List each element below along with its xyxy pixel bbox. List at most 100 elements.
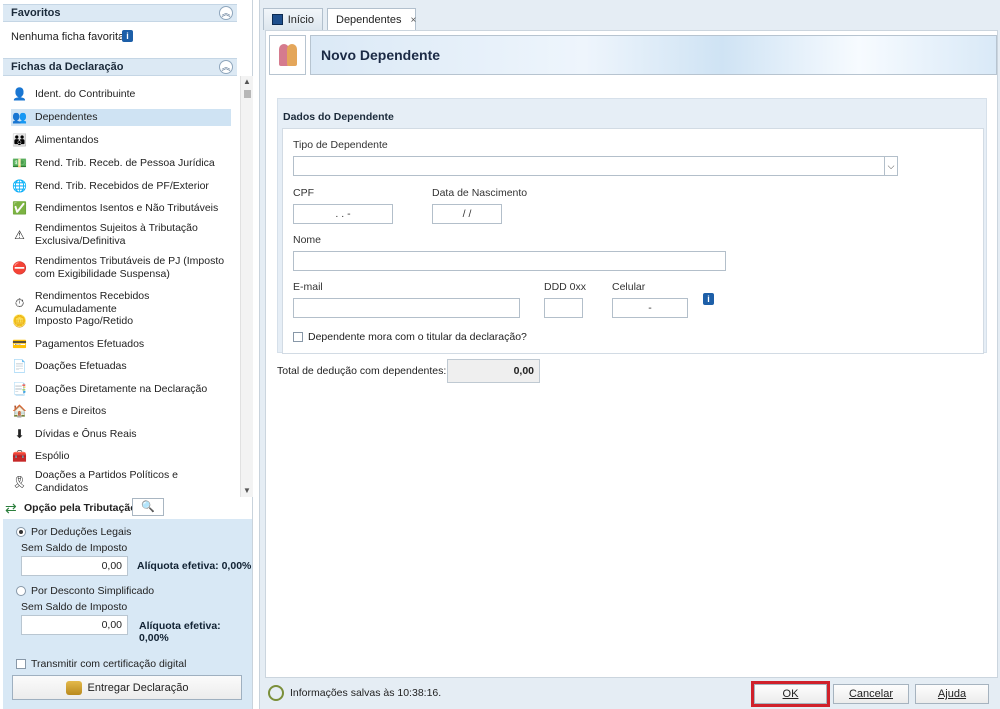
left-navigation-pane: Favoritos ︽ Nenhuma ficha favorita i Fic… bbox=[0, 0, 253, 709]
help-button[interactable]: Ajuda bbox=[915, 684, 989, 704]
sidebar-item-5[interactable]: 🌐 Rend. Trib. Recebidos de PF/Exterior bbox=[11, 178, 231, 195]
search-button[interactable]: 🔍 bbox=[132, 498, 164, 516]
sidebar-item-label: Dependentes bbox=[35, 111, 98, 123]
sidebar-item-10[interactable]: 🪙 Imposto Pago/Retido bbox=[11, 313, 231, 330]
sidebar-item-3[interactable]: 👪 Alimentandos bbox=[11, 132, 231, 149]
status-text: Informações salvas às 10:38:16. bbox=[290, 687, 442, 699]
tab-dependentes-label: Dependentes bbox=[336, 14, 402, 26]
sidebar-item-6[interactable]: ✅ Rendimentos Isentos e Não Tributáveis bbox=[11, 200, 231, 217]
tributacao-arrows-icon: ⇄ bbox=[5, 500, 17, 516]
scroll-down-icon[interactable]: ▼ bbox=[241, 485, 253, 497]
sidebar-item-8[interactable]: ⛔ Rendimentos Tributáveis de PJ (Imposto … bbox=[11, 255, 231, 281]
radio-button-icon[interactable] bbox=[16, 586, 26, 596]
info-icon[interactable]: i bbox=[122, 30, 133, 42]
tributacao-label: Opção pela Tributação: bbox=[24, 502, 141, 514]
fichas-title: Fichas da Declaração bbox=[11, 61, 124, 73]
sidebar-item-11[interactable]: 💳 Pagamentos Efetuados bbox=[11, 336, 231, 353]
radio-desconto-simplificado[interactable]: Por Desconto Simplificado bbox=[16, 585, 154, 597]
favoritos-header[interactable]: Favoritos ︽ bbox=[3, 4, 237, 22]
sidebar-item-label: Alimentandos bbox=[35, 134, 99, 146]
status-bar: Informações salvas às 10:38:16. OK Cance… bbox=[260, 678, 1000, 709]
sidebar-item-15[interactable]: ⬇ Dívidas e Ônus Reais bbox=[11, 426, 231, 443]
favoritos-title: Favoritos bbox=[11, 7, 61, 19]
page-banner: Novo Dependente bbox=[310, 35, 997, 75]
sidebar-item-7[interactable]: ⚠ Rendimentos Sujeitos à Tributação Exclu… bbox=[11, 222, 231, 248]
email-input[interactable] bbox=[293, 298, 520, 318]
radio-deducoes-legais[interactable]: Por Deduções Legais bbox=[16, 526, 131, 538]
fichas-scrollbar[interactable]: ▲ ▼ bbox=[240, 76, 253, 497]
total-deducao-value: 0,00 bbox=[447, 359, 540, 383]
cpf-label: CPF bbox=[293, 187, 314, 199]
transmitir-checkbox[interactable]: Transmitir com certificação digital bbox=[16, 658, 186, 670]
sidebar-item-12[interactable]: 📄 Doações Efetuadas bbox=[11, 358, 231, 375]
scroll-up-icon[interactable]: ▲ bbox=[241, 76, 253, 88]
sidebar-item-14[interactable]: 🏠 Bens e Direitos bbox=[11, 403, 231, 420]
sidebar-item-16[interactable]: 🧰 Espólio bbox=[11, 448, 231, 465]
tipo-dependente-select[interactable]: ⌵ bbox=[293, 156, 898, 176]
cpf-input[interactable]: . . - bbox=[293, 204, 393, 224]
sidebar-item-17[interactable]: 🎗 Doações a Partidos Políticos e Candidat… bbox=[11, 469, 231, 495]
party-icon: 🎗 bbox=[11, 474, 28, 489]
sidebar-item-label: Rend. Trib. Receb. de Pessoa Jurídica bbox=[35, 157, 215, 169]
sidebar-item-label: Ident. do Contribuinte bbox=[35, 88, 136, 100]
sidebar-item-2[interactable]: 👥 Dependentes bbox=[11, 109, 231, 126]
tab-bar: Início Dependentes × bbox=[260, 8, 1000, 31]
transmitir-label: Transmitir com certificação digital bbox=[31, 658, 187, 670]
mora-label: Dependente mora com o titular da declara… bbox=[308, 331, 527, 343]
checkbox-icon[interactable] bbox=[16, 659, 26, 669]
sidebar-item-label: Doações a Partidos Políticos e Candidato… bbox=[35, 469, 178, 494]
ok-button[interactable]: OK bbox=[754, 684, 827, 704]
ddd-input[interactable] bbox=[544, 298, 583, 318]
celular-input[interactable]: - bbox=[612, 298, 688, 318]
radio-simplificado-label: Por Desconto Simplificado bbox=[31, 585, 155, 597]
sidebar-item-4[interactable]: 💵 Rend. Trib. Receb. de Pessoa Jurídica bbox=[11, 155, 231, 172]
radio-deducoes-label: Por Deduções Legais bbox=[31, 526, 132, 538]
clock-money-icon: ⏱ bbox=[14, 295, 25, 310]
checkbox-icon[interactable] bbox=[293, 332, 303, 342]
sidebar-item-1[interactable]: 👤 Ident. do Contribuinte bbox=[11, 86, 231, 103]
donation-direct-icon: 📑 bbox=[12, 382, 27, 396]
sidebar-item-label: Dívidas e Ônus Reais bbox=[35, 428, 137, 440]
assets-icon: 🏠 bbox=[12, 404, 27, 418]
chest-icon: 🧰 bbox=[12, 449, 27, 463]
alimentandos-icon: 👪 bbox=[12, 133, 27, 147]
sidebar-item-label: Pagamentos Efetuados bbox=[35, 338, 145, 350]
nome-input[interactable] bbox=[293, 251, 726, 271]
cancel-button[interactable]: Cancelar bbox=[833, 684, 909, 704]
simplificado-aliquota: Alíquota efetiva: 0,00% bbox=[139, 620, 221, 644]
tab-inicio[interactable]: Início bbox=[263, 8, 323, 30]
sidebar-item-label: Rend. Trib. Recebidos de PF/Exterior bbox=[35, 180, 209, 192]
chevron-down-icon[interactable]: ⌵ bbox=[884, 157, 897, 175]
entregar-declaracao-button[interactable]: Entregar Declaração bbox=[12, 675, 242, 700]
sidebar-item-label: Rendimentos Tributáveis de PJ (Imposto c… bbox=[35, 255, 225, 280]
simplificado-saldo-text: Sem Saldo de Imposto bbox=[21, 601, 128, 613]
radio-button-icon[interactable] bbox=[16, 527, 26, 537]
ddd-label: DDD 0xx bbox=[544, 281, 587, 293]
sidebar-item-13[interactable]: 📑 Doações Diretamente na Declaração bbox=[11, 381, 231, 398]
page-header: Novo Dependente bbox=[266, 35, 997, 75]
warning-doc-icon: ⚠ bbox=[14, 227, 25, 242]
debt-arrow-icon: ⬇ bbox=[14, 427, 25, 441]
nascimento-label: Data de Nascimento bbox=[432, 187, 528, 199]
info-icon[interactable]: i bbox=[703, 293, 714, 305]
suspended-icon: ⛔ bbox=[12, 260, 27, 275]
tab-inicio-label: Início bbox=[287, 13, 314, 26]
collapse-up-icon[interactable]: ︽ bbox=[219, 60, 233, 74]
money-in-globe-icon: 🌐 bbox=[12, 179, 27, 193]
form-section-title: Dados do Dependente bbox=[283, 111, 394, 123]
card-icon: 💳 bbox=[12, 337, 27, 351]
home-icon bbox=[272, 14, 283, 25]
fichas-list: 👤 Ident. do Contribuinte 👥 Dependentes 👪 Alim… bbox=[3, 83, 239, 495]
saved-status-icon bbox=[268, 685, 284, 701]
mora-titular-checkbox[interactable]: Dependente mora com o titular da declara… bbox=[293, 331, 527, 343]
dependents-icon bbox=[269, 35, 306, 75]
collapse-up-icon[interactable]: ︽ bbox=[219, 6, 233, 20]
close-icon[interactable]: × bbox=[410, 15, 416, 26]
nascimento-input[interactable]: / / bbox=[432, 204, 502, 224]
tab-dependentes[interactable]: Dependentes × bbox=[327, 8, 416, 31]
fichas-header[interactable]: Fichas da Declaração ︽ bbox=[3, 58, 237, 76]
scroll-thumb[interactable] bbox=[244, 90, 251, 98]
sidebar-item-label: Rendimentos Sujeitos à Tributação Exclus… bbox=[35, 222, 198, 247]
main-pane: Início Dependentes × Novo Dependente Dad… bbox=[259, 0, 1000, 709]
dados-dependente-panel: Dados do Dependente Tipo de Dependente ⌵… bbox=[277, 98, 987, 354]
